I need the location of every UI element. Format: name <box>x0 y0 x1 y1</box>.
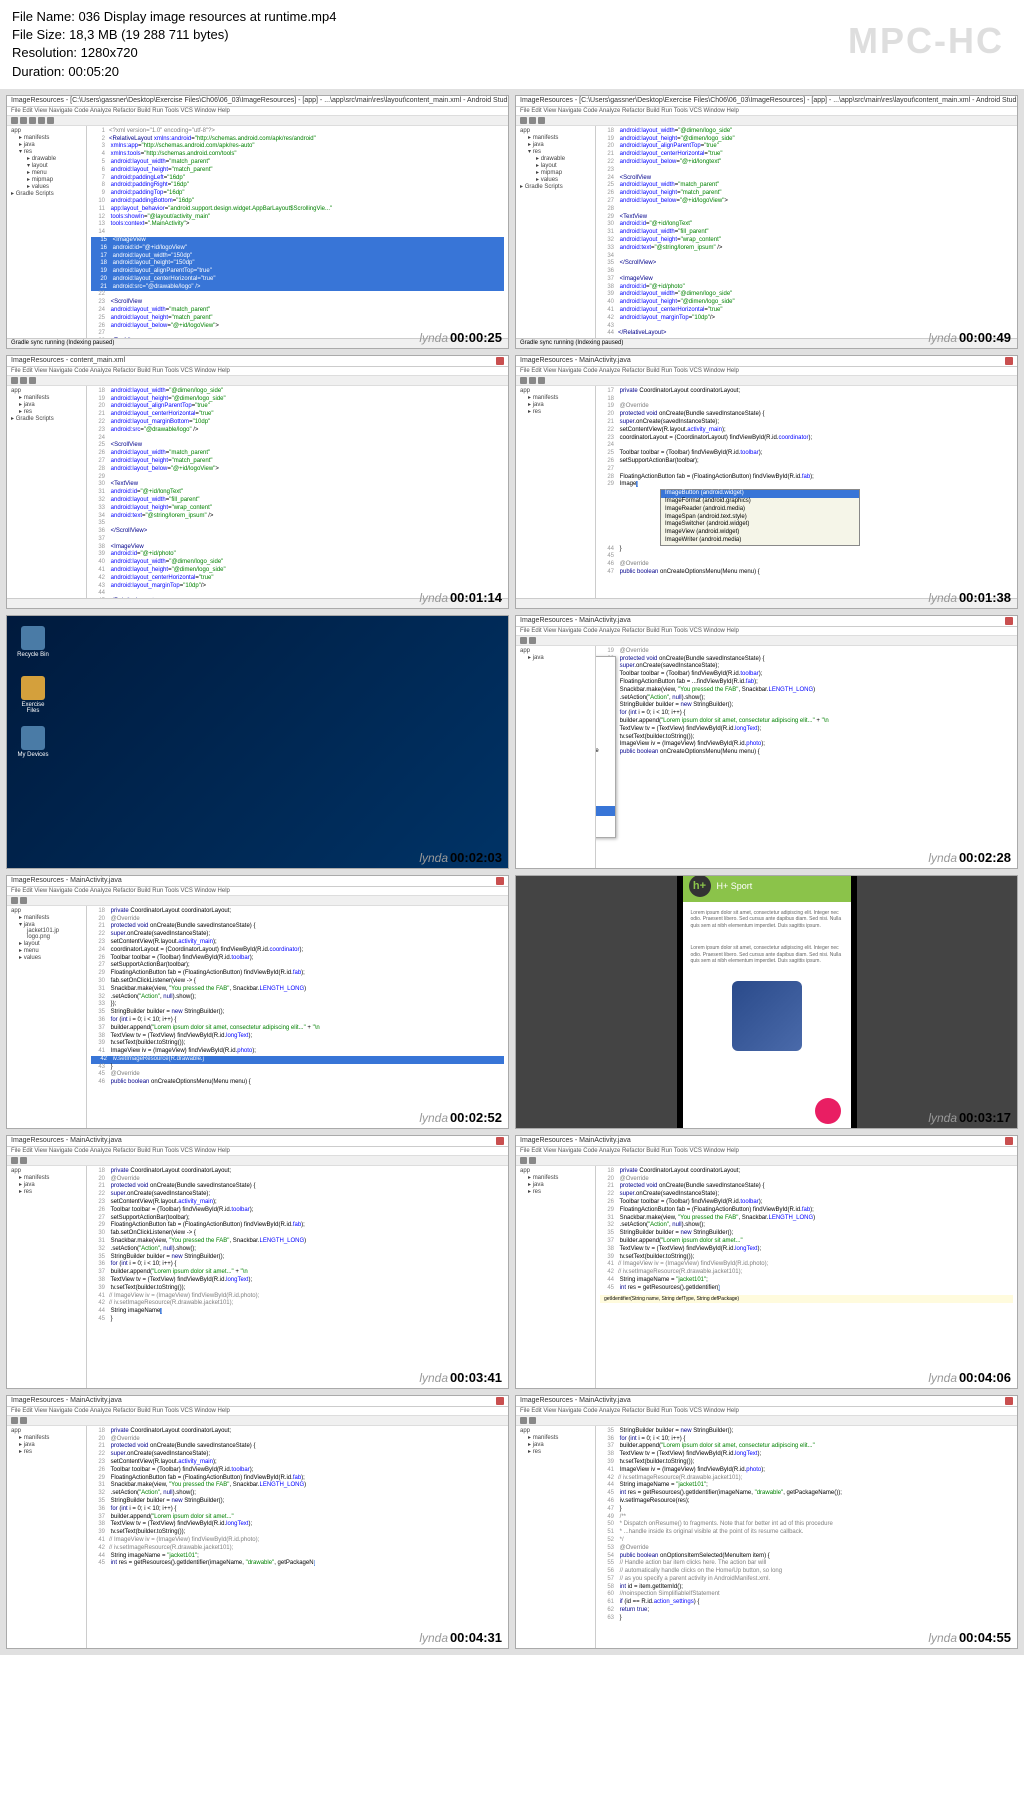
close-icon[interactable] <box>496 1137 504 1145</box>
menu-bar[interactable]: File Edit View Navigate Code Analyze Ref… <box>7 1407 508 1416</box>
windows-desktop[interactable]: Recycle Bin Exercise Files My Devices <box>7 616 508 868</box>
close-icon[interactable] <box>1005 1397 1013 1405</box>
code-editor[interactable]: 35 StringBuilder builder = new StringBui… <box>596 1426 1017 1648</box>
menu-bar[interactable]: File Edit View Navigate Code Analyze Ref… <box>516 107 1017 116</box>
timestamp: 00:01:14 <box>450 590 502 605</box>
thumbnail[interactable]: ImageResources - MainActivity.java File … <box>515 615 1018 869</box>
desktop-icon[interactable]: Exercise Files <box>17 676 49 714</box>
thumbnail-grid: ImageResources - [C:\Users\gassner\Deskt… <box>0 89 1024 1655</box>
code-editor[interactable]: 18 android:layout_width="@dimen/logo_sid… <box>87 386 508 608</box>
project-tree[interactable]: app ▸ manifests ▸ java ▸ res <box>516 1426 596 1648</box>
timestamp: 00:04:55 <box>959 1630 1011 1645</box>
close-icon[interactable] <box>1005 1137 1013 1145</box>
toolbar[interactable] <box>516 1156 1017 1166</box>
project-tree[interactable]: app ▸ manifests ▾ java jacket101.jp logo… <box>7 906 87 1128</box>
project-tree[interactable]: app ▸ manifests ▸ java ▸ res <box>516 386 596 608</box>
window-title: ImageResources - MainActivity.java <box>516 1136 1017 1147</box>
toolbar[interactable] <box>7 116 508 126</box>
autocomplete-popup[interactable]: ImageButton (android.widget) ImageFormat… <box>660 489 860 546</box>
desktop-icon[interactable]: My Devices <box>17 726 49 758</box>
timestamp: 00:02:52 <box>450 1110 502 1125</box>
toolbar[interactable] <box>7 1156 508 1166</box>
window-title: ImageResources - [C:\Users\gassner\Deskt… <box>7 96 508 107</box>
close-icon[interactable] <box>496 1397 504 1405</box>
fab-button[interactable] <box>815 1098 841 1124</box>
project-tree[interactable]: app ▸ manifests ▸ java ▾ res ▸ drawable … <box>516 126 596 348</box>
android-emulator[interactable]: h+ H+ Sport Lorem ipsum dolor sit amet, … <box>516 876 1017 1128</box>
timestamp: 00:00:25 <box>450 330 502 345</box>
thumbnail[interactable]: ImageResources - content_main.xml File E… <box>6 355 509 609</box>
close-icon[interactable] <box>496 357 504 365</box>
code-editor[interactable]: 18 private CoordinatorLayout coordinator… <box>87 906 508 1128</box>
timestamp: 00:03:41 <box>450 1370 502 1385</box>
window-title: ImageResources - MainActivity.java <box>516 1396 1017 1407</box>
code-editor[interactable]: 17 private CoordinatorLayout coordinator… <box>596 386 1017 608</box>
toolbar[interactable] <box>7 1416 508 1426</box>
timestamp: 00:03:17 <box>959 1110 1011 1125</box>
close-icon[interactable] <box>496 877 504 885</box>
window-title: ImageResources - content_main.xml <box>7 356 508 367</box>
menu-bar[interactable]: File Edit View Navigate Code Analyze Ref… <box>516 1147 1017 1156</box>
toolbar[interactable] <box>516 1416 1017 1426</box>
menu-bar[interactable]: File Edit View Navigate Code Analyze Ref… <box>7 887 508 896</box>
toolbar[interactable] <box>7 376 508 386</box>
timestamp: 00:04:31 <box>450 1630 502 1645</box>
window-title: ImageResources - MainActivity.java <box>516 356 1017 367</box>
thumbnail[interactable]: ImageResources - MainActivity.java File … <box>515 355 1018 609</box>
toolbar[interactable] <box>7 896 508 906</box>
code-editor[interactable]: 18 android:layout_width="@dimen/logo_sid… <box>596 126 1017 348</box>
desktop-icon[interactable]: Recycle Bin <box>17 626 49 658</box>
window-title: ImageResources - MainActivity.java <box>7 1396 508 1407</box>
thumbnail[interactable]: ImageResources - [C:\Users\gassner\Deskt… <box>515 95 1018 349</box>
menu-bar[interactable]: File Edit View Navigate Code Analyze Ref… <box>7 107 508 116</box>
close-icon[interactable] <box>1005 617 1013 625</box>
window-title: ImageResources - [C:\Users\gassner\Deskt… <box>516 96 1017 107</box>
project-tree[interactable]: app ▸ manifests ▸ java ▸ res <box>7 1166 87 1388</box>
thumbnail[interactable]: ImageResources - MainActivity.java File … <box>515 1135 1018 1389</box>
menu-bar[interactable]: File Edit View Navigate Code Analyze Ref… <box>516 627 1017 636</box>
code-editor[interactable]: 18 private CoordinatorLayout coordinator… <box>87 1426 508 1648</box>
content-text: Lorem ipsum dolor sit amet, consectetur … <box>683 902 851 938</box>
menu-bar[interactable]: File Edit View Navigate Code Analyze Ref… <box>516 367 1017 376</box>
thumbnail[interactable]: ImageResources - MainActivity.java File … <box>515 1395 1018 1649</box>
toolbar[interactable] <box>516 636 1017 646</box>
code-editor[interactable]: 18 private CoordinatorLayout coordinator… <box>596 1166 1017 1388</box>
menu-bar[interactable]: File Edit View Navigate Code Analyze Ref… <box>7 367 508 376</box>
thumbnail[interactable]: ImageResources - MainActivity.java File … <box>6 875 509 1129</box>
window-title: ImageResources - MainActivity.java <box>516 616 1017 627</box>
code-editor[interactable]: 18 private CoordinatorLayout coordinator… <box>87 1166 508 1388</box>
window-title: ImageResources - MainActivity.java <box>7 876 508 887</box>
timestamp: 00:02:03 <box>450 850 502 865</box>
toolbar[interactable] <box>516 116 1017 126</box>
context-menu[interactable]: New Cut Copy Copy Path Copy as Plain Tex… <box>596 656 616 838</box>
project-tree[interactable]: app ▸ manifests ▸ java ▸ res <box>7 1426 87 1648</box>
menu-bar[interactable]: File Edit View Navigate Code Analyze Ref… <box>7 1147 508 1156</box>
player-watermark: MPC-HC <box>848 20 1004 62</box>
app-logo-icon: h+ <box>689 875 711 897</box>
project-tree[interactable]: app ▸ manifests ▸ java ▾ res ▸ drawable … <box>7 126 87 348</box>
product-image <box>732 981 802 1051</box>
thumbnail[interactable]: ImageResources - MainActivity.java File … <box>6 1135 509 1389</box>
parameter-hint: getIdentifier(String name, String defTyp… <box>600 1295 1013 1304</box>
thumbnail[interactable]: Recycle Bin Exercise Files My Devices ly… <box>6 615 509 869</box>
menu-bar[interactable]: File Edit View Navigate Code Analyze Ref… <box>516 1407 1017 1416</box>
project-tree[interactable]: app ▸ manifests ▸ java ▸ res ▸ Gradle Sc… <box>7 386 87 608</box>
timestamp: 00:00:49 <box>959 330 1011 345</box>
thumbnail[interactable]: h+ H+ Sport Lorem ipsum dolor sit amet, … <box>515 875 1018 1129</box>
thumbnail[interactable]: ImageResources - MainActivity.java File … <box>6 1395 509 1649</box>
project-tree[interactable]: app ▸ java <box>516 646 596 868</box>
window-title: ImageResources - MainActivity.java <box>7 1136 508 1147</box>
code-editor[interactable]: 1<?xml version="1.0" encoding="utf-8"?> … <box>87 126 508 348</box>
timestamp: 00:04:06 <box>959 1370 1011 1385</box>
app-bar: h+ H+ Sport <box>683 875 851 902</box>
close-icon[interactable] <box>1005 357 1013 365</box>
toolbar[interactable] <box>516 376 1017 386</box>
device-frame: h+ H+ Sport Lorem ipsum dolor sit amet, … <box>677 875 857 1129</box>
project-tree[interactable]: app ▸ manifests ▸ java ▸ res <box>516 1166 596 1388</box>
code-editor[interactable]: 19 @Override 20 protected void onCreate(… <box>596 646 1017 868</box>
timestamp: 00:02:28 <box>959 850 1011 865</box>
timestamp: 00:01:38 <box>959 590 1011 605</box>
thumbnail[interactable]: ImageResources - [C:\Users\gassner\Deskt… <box>6 95 509 349</box>
